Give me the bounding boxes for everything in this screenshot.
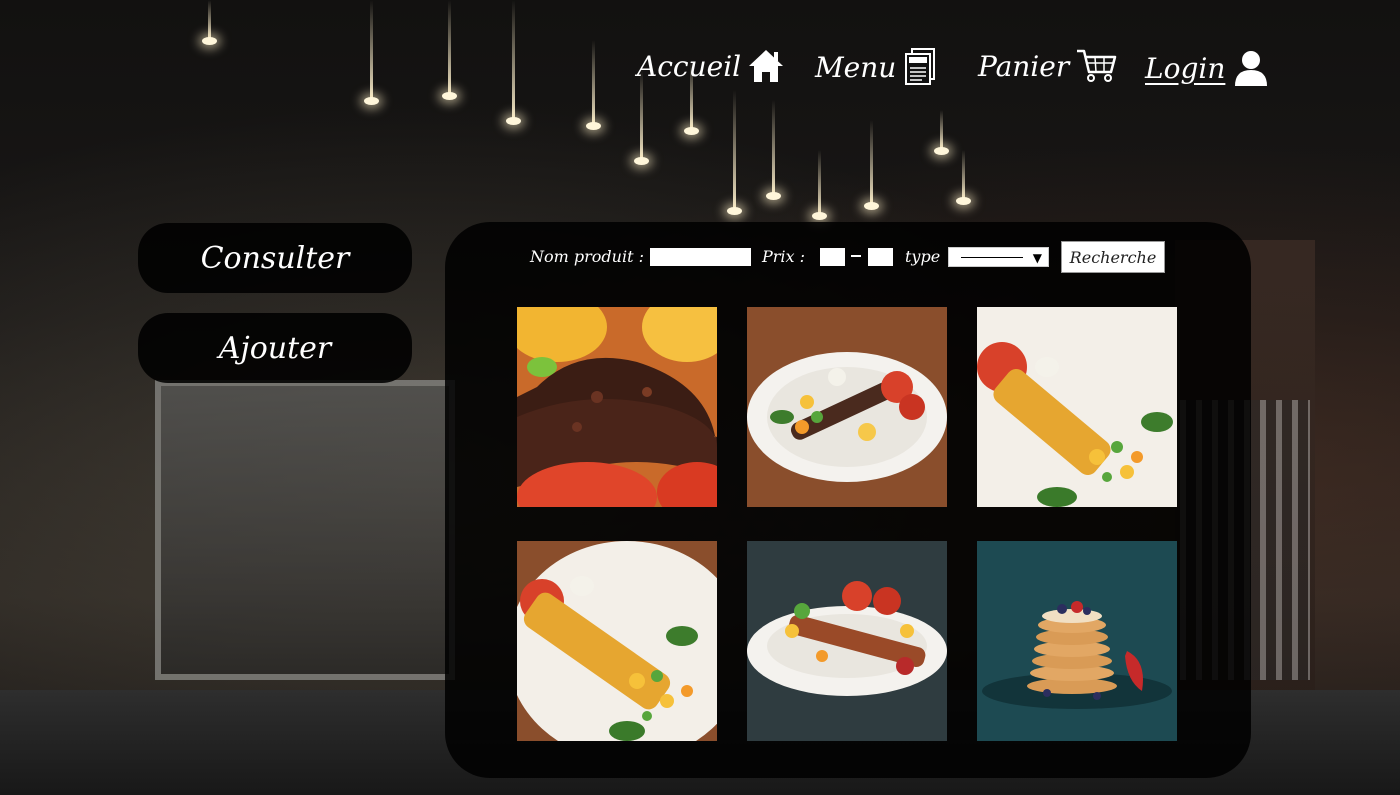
price-min-input[interactable] [820,248,845,266]
type-label: type [905,247,941,266]
home-icon [747,48,785,84]
pancakes-image [977,541,1177,741]
nav-accueil-label: Accueil [637,49,742,83]
nav-menu[interactable]: Menu [815,48,938,86]
nav-login-label: Login [1145,51,1226,85]
price-label: Prix : [762,247,806,266]
price-max-input[interactable] [868,248,893,266]
nav-menu-label: Menu [815,50,897,84]
chicken-plate-dark-image [747,541,947,741]
product-card-5[interactable] [747,541,947,741]
chicken-skewer-plate-2-image [517,541,717,741]
product-name-label: Nom produit : [530,247,644,266]
search-button-label: Recherche [1069,247,1157,267]
product-card-4[interactable] [517,541,717,741]
type-select[interactable]: ▼ [948,247,1049,267]
nav-panier-label: Panier [978,49,1070,83]
type-select-value [961,257,1023,258]
cart-icon [1075,48,1117,84]
search-button[interactable]: Recherche [1061,241,1165,273]
user-icon [1231,48,1271,88]
product-card-6[interactable] [977,541,1177,741]
product-name-input[interactable] [650,248,751,266]
nav-accueil[interactable]: Accueil [637,48,785,84]
price-separator [851,255,861,257]
product-card-3[interactable] [977,307,1177,507]
product-card-1[interactable] [517,307,717,507]
nav-panier[interactable]: Panier [978,48,1117,84]
kebab-plate-brown-image [747,307,947,507]
dropdown-arrow-icon: ▼ [1032,251,1042,265]
consult-button-label: Consulter [200,240,350,276]
consult-button[interactable]: Consulter [138,223,412,293]
product-card-2[interactable] [747,307,947,507]
add-button[interactable]: Ajouter [138,313,412,383]
menu-card-icon [902,48,938,86]
nav-login[interactable]: Login [1145,48,1271,88]
chicken-skewer-plate-image [977,307,1177,507]
grilled-kebab-closeup-image [517,307,717,507]
add-button-label: Ajouter [218,330,332,366]
